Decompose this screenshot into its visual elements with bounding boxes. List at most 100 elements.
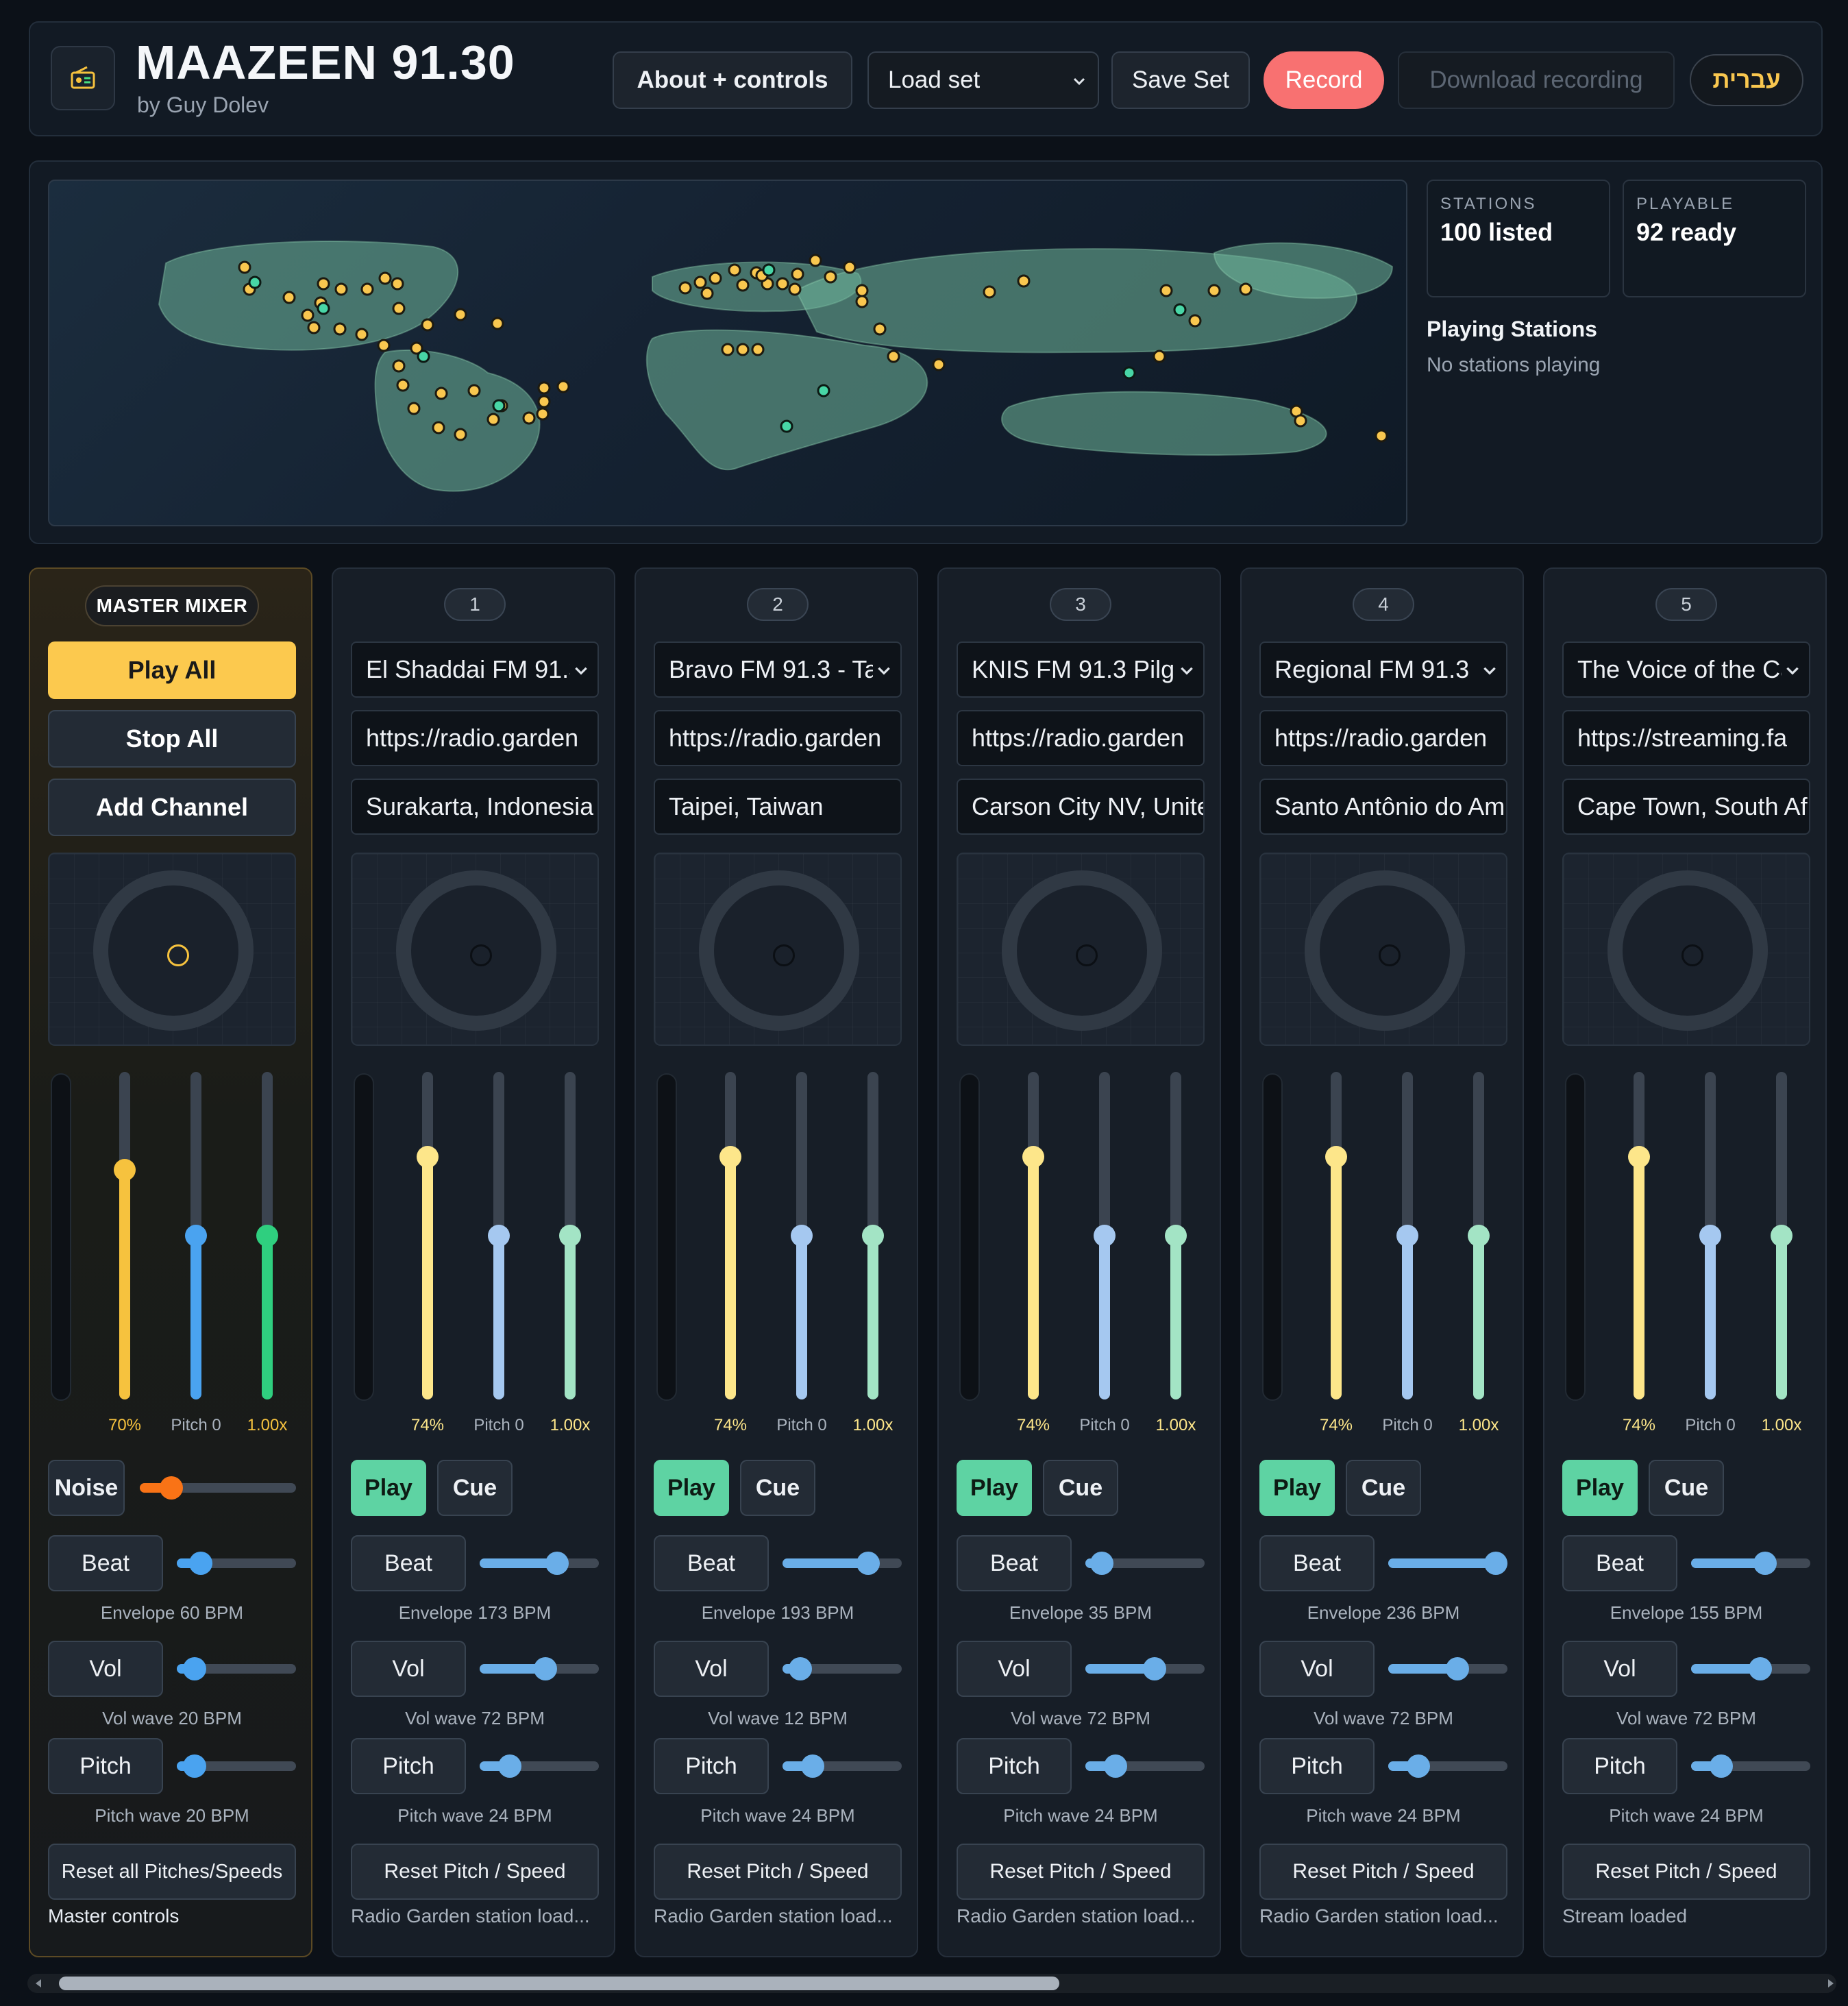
station-marker[interactable]	[693, 276, 707, 289]
master-pitch-wave-slider[interactable]	[177, 1754, 296, 1778]
stream-url-field[interactable]: https://streaming.fa	[1562, 710, 1810, 766]
master-beat-button[interactable]: Beat	[48, 1535, 163, 1591]
slider-thumb[interactable]	[1628, 1146, 1650, 1169]
download-recording-button[interactable]: Download recording	[1398, 51, 1675, 109]
master-volume-slider[interactable]	[114, 1072, 136, 1399]
slider-thumb[interactable]	[185, 1225, 207, 1247]
channel-pitch-wave-slider[interactable]	[480, 1754, 599, 1778]
station-marker[interactable]	[238, 260, 251, 274]
location-field[interactable]: Cape Town, South Africa	[1562, 779, 1810, 835]
station-marker[interactable]	[855, 295, 869, 308]
station-marker[interactable]	[1188, 314, 1202, 328]
noise-button[interactable]: Noise	[48, 1460, 125, 1516]
channel-pitch-wave-slider[interactable]	[1691, 1754, 1810, 1778]
slider-thumb[interactable]	[1445, 1657, 1469, 1680]
save-set-button[interactable]: Save Set	[1111, 51, 1250, 109]
load-set-select[interactable]: Load set	[867, 51, 1099, 109]
channel-pitch-slider[interactable]	[1699, 1072, 1721, 1399]
slider-thumb[interactable]	[533, 1657, 557, 1680]
about-button[interactable]: About + controls	[613, 51, 852, 109]
slider-thumb[interactable]	[719, 1146, 741, 1169]
station-marker[interactable]	[1239, 282, 1253, 296]
stream-url-field[interactable]: https://radio.garden	[351, 710, 599, 766]
station-marker[interactable]	[454, 428, 467, 441]
channel-volume-slider[interactable]	[1628, 1072, 1650, 1399]
station-marker[interactable]	[421, 318, 434, 332]
channel-pitch-wave-slider[interactable]	[1388, 1754, 1507, 1778]
station-marker[interactable]	[1159, 284, 1173, 297]
record-button[interactable]: Record	[1264, 51, 1384, 109]
station-marker[interactable]	[467, 384, 481, 397]
stream-url-field[interactable]: https://radio.garden	[957, 710, 1205, 766]
station-marker[interactable]	[392, 359, 406, 373]
slider-thumb[interactable]	[1103, 1754, 1127, 1778]
channel-pitch-button[interactable]: Pitch	[1562, 1738, 1677, 1794]
station-marker[interactable]	[301, 308, 315, 322]
channel-beat-button[interactable]: Beat	[957, 1535, 1072, 1591]
station-marker[interactable]	[700, 286, 714, 300]
station-select[interactable]: Regional FM 91.3	[1259, 641, 1507, 698]
station-marker[interactable]	[537, 395, 551, 408]
channel-volume-slider[interactable]	[1325, 1072, 1347, 1399]
station-marker[interactable]	[537, 381, 551, 395]
stream-url-field[interactable]: https://radio.garden	[654, 710, 902, 766]
channel-pitch-button[interactable]: Pitch	[957, 1738, 1072, 1794]
station-marker[interactable]	[751, 343, 765, 356]
station-marker-ready[interactable]	[492, 399, 506, 413]
slider-thumb[interactable]	[862, 1225, 884, 1247]
channel-vol-slider[interactable]	[783, 1657, 902, 1680]
slider-thumb[interactable]	[488, 1225, 510, 1247]
channel-pitch-button[interactable]: Pitch	[351, 1738, 466, 1794]
station-marker[interactable]	[1207, 284, 1221, 297]
slider-thumb[interactable]	[183, 1754, 207, 1778]
scroll-right-icon[interactable]	[1825, 1978, 1836, 1989]
station-marker[interactable]	[728, 263, 741, 277]
station-marker[interactable]	[536, 407, 550, 421]
station-select[interactable]: El Shaddai FM 91.3 - Surakarta	[351, 641, 599, 698]
reset-pitch-speed-button[interactable]: Reset Pitch / Speed	[654, 1844, 902, 1900]
slider-thumb[interactable]	[417, 1146, 439, 1169]
channel-vol-button[interactable]: Vol	[1259, 1641, 1375, 1697]
station-marker-ready[interactable]	[417, 350, 430, 363]
master-vol-slider[interactable]	[177, 1657, 296, 1680]
stop-all-button[interactable]: Stop All	[48, 710, 296, 768]
station-marker[interactable]	[396, 378, 410, 392]
channel-beat-button[interactable]: Beat	[1562, 1535, 1677, 1591]
station-marker[interactable]	[678, 281, 692, 295]
station-marker[interactable]	[1375, 429, 1388, 443]
master-speed-slider[interactable]	[256, 1072, 278, 1399]
channel-cue-button[interactable]: Cue	[437, 1460, 513, 1516]
channel-vol-slider[interactable]	[480, 1657, 599, 1680]
station-marker[interactable]	[932, 358, 946, 371]
slider-thumb[interactable]	[1753, 1552, 1777, 1575]
location-field[interactable]: Surakarta, Indonesia	[351, 779, 599, 835]
station-marker-ready[interactable]	[762, 263, 776, 277]
channel-vol-button[interactable]: Vol	[351, 1641, 466, 1697]
station-marker[interactable]	[407, 402, 421, 415]
horizontal-scrollbar[interactable]	[27, 1974, 1836, 1993]
station-marker-ready[interactable]	[1173, 303, 1187, 317]
station-marker[interactable]	[360, 282, 374, 296]
channel-play-button[interactable]: Play	[351, 1460, 426, 1516]
station-marker-ready[interactable]	[1122, 366, 1136, 380]
channel-cue-button[interactable]: Cue	[740, 1460, 815, 1516]
channel-pitch-slider[interactable]	[1094, 1072, 1116, 1399]
play-all-button[interactable]: Play All	[48, 641, 296, 699]
channel-pitch-slider[interactable]	[488, 1072, 510, 1399]
station-marker[interactable]	[556, 380, 570, 393]
world-map[interactable]	[48, 180, 1407, 526]
channel-beat-slider[interactable]	[1388, 1552, 1507, 1575]
slider-thumb[interactable]	[1406, 1754, 1430, 1778]
slider-thumb[interactable]	[545, 1552, 569, 1575]
reset-pitch-speed-button[interactable]: Reset Pitch / Speed	[1562, 1844, 1810, 1900]
channel-volume-slider[interactable]	[1022, 1072, 1044, 1399]
channel-cue-button[interactable]: Cue	[1649, 1460, 1724, 1516]
station-marker[interactable]	[378, 271, 392, 285]
slider-thumb[interactable]	[559, 1225, 581, 1247]
channel-vol-button[interactable]: Vol	[654, 1641, 769, 1697]
slider-thumb[interactable]	[1090, 1552, 1114, 1575]
channel-volume-slider[interactable]	[719, 1072, 741, 1399]
slider-thumb[interactable]	[1699, 1225, 1721, 1247]
channel-pitch-wave-slider[interactable]	[1085, 1754, 1205, 1778]
slider-thumb[interactable]	[789, 1657, 813, 1680]
